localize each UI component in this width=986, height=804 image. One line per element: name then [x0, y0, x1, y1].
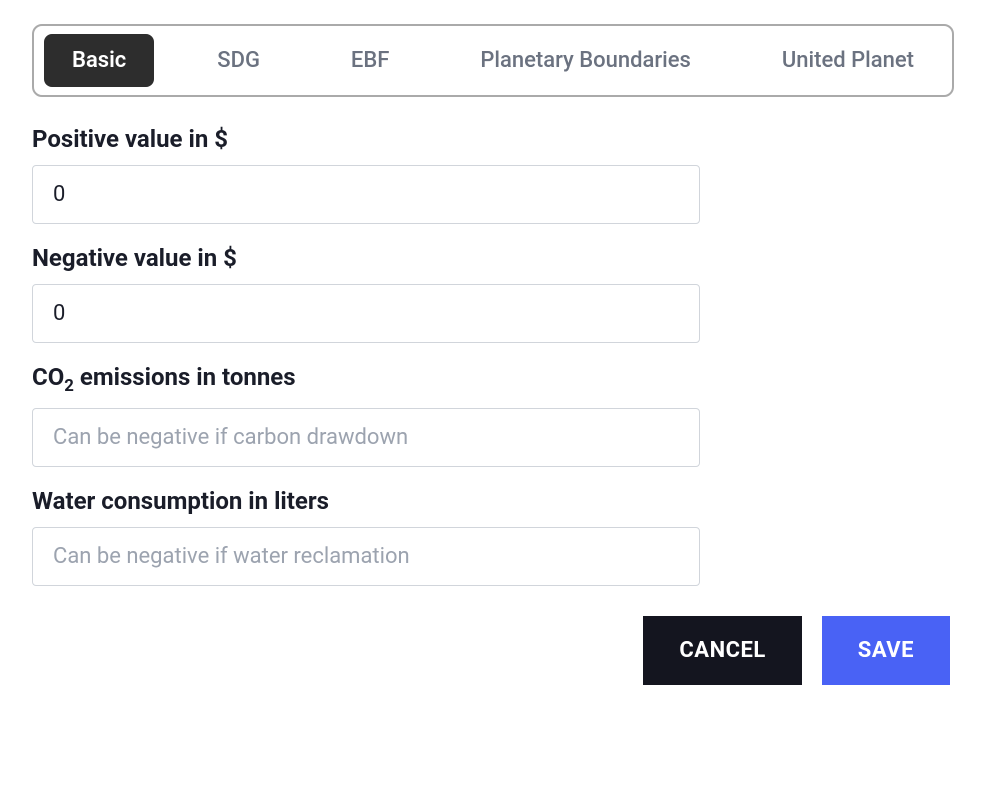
- form-container: Positive value in $ Negative value in $ …: [32, 125, 700, 586]
- cancel-button[interactable]: CANCEL: [643, 616, 801, 685]
- tab-basic[interactable]: Basic: [44, 34, 154, 87]
- save-button[interactable]: SAVE: [822, 616, 950, 685]
- tab-united-planet[interactable]: United Planet: [754, 34, 942, 87]
- water-consumption-input[interactable]: [32, 527, 700, 586]
- positive-value-label: Positive value in $: [32, 125, 700, 153]
- co2-label-suffix: emissions in tonnes: [74, 363, 296, 391]
- co2-emissions-input[interactable]: [32, 408, 700, 467]
- co2-label-sub: 2: [64, 376, 74, 396]
- tab-planetary-boundaries[interactable]: Planetary Boundaries: [452, 34, 719, 87]
- co2-emissions-group: CO2 emissions in tonnes: [32, 363, 700, 467]
- button-row: CANCEL SAVE: [32, 616, 950, 685]
- tab-bar: Basic SDG EBF Planetary Boundaries Unite…: [32, 24, 954, 97]
- co2-emissions-label: CO2 emissions in tonnes: [32, 363, 700, 396]
- co2-label-prefix: CO: [32, 363, 64, 391]
- positive-value-group: Positive value in $: [32, 125, 700, 224]
- negative-value-label: Negative value in $: [32, 244, 700, 272]
- positive-value-input[interactable]: [32, 165, 700, 224]
- water-consumption-label: Water consumption in liters: [32, 487, 700, 515]
- water-consumption-group: Water consumption in liters: [32, 487, 700, 586]
- negative-value-group: Negative value in $: [32, 244, 700, 343]
- tab-sdg[interactable]: SDG: [189, 34, 288, 87]
- tab-ebf[interactable]: EBF: [323, 34, 417, 87]
- negative-value-input[interactable]: [32, 284, 700, 343]
